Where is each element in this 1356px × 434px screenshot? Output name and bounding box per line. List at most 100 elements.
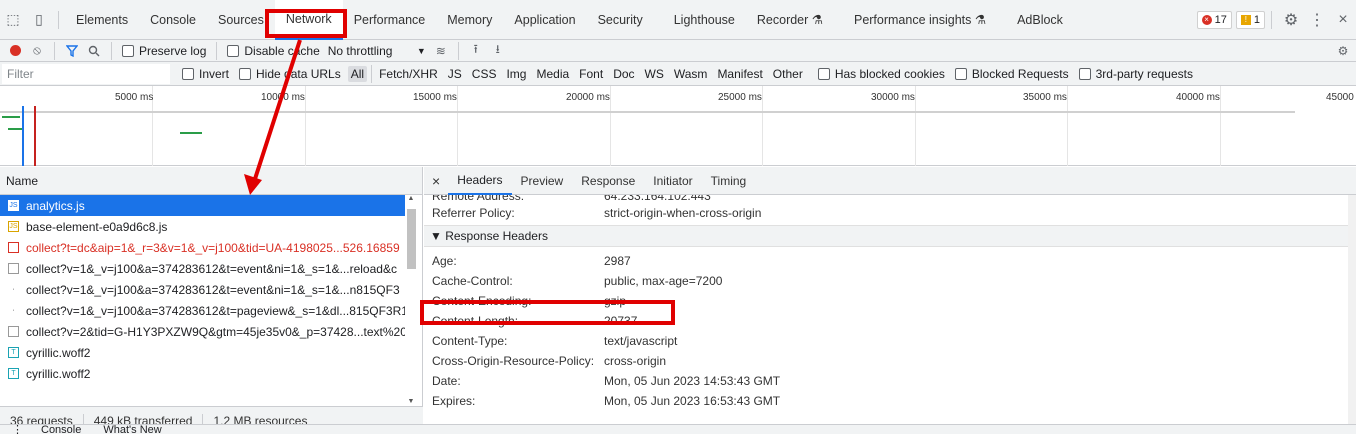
response-headers-section-toggle[interactable]: ▼ Response Headers	[424, 225, 1356, 247]
tab-timing[interactable]: Timing	[702, 167, 756, 195]
inspect-element-icon[interactable]: ⬚	[0, 0, 26, 40]
tab-response[interactable]: Response	[572, 167, 644, 195]
filter-type-media[interactable]: Media	[536, 67, 569, 81]
request-row[interactable]: T cyrillic.woff2	[0, 342, 405, 363]
request-list-pane: Name JS analytics.js JS base-element-e0a…	[0, 167, 423, 434]
tab-recorder[interactable]: Recorder ⚗	[746, 0, 843, 40]
checkbox[interactable]	[182, 67, 194, 80]
filter-input[interactable]: Filter	[2, 63, 170, 84]
filter-type-ws[interactable]: WS	[645, 67, 664, 81]
network-conditions-icon[interactable]: ≋	[430, 40, 452, 62]
tab-preview[interactable]: Preview	[512, 167, 573, 195]
scrollbar-thumb[interactable]	[406, 209, 416, 269]
blocked-requests-checkbox[interactable]: Blocked Requests	[954, 67, 1069, 81]
clear-icon[interactable]: ⦸	[26, 40, 48, 62]
filter-type-all[interactable]: All	[347, 65, 368, 82]
tab-console[interactable]: Console	[139, 0, 207, 40]
scroll-up-arrow-icon[interactable]: ▲	[405, 195, 417, 205]
third-party-requests-checkbox[interactable]: 3rd-party requests	[1078, 67, 1193, 81]
header-row-age: Age: 2987	[432, 254, 631, 268]
filter-type-doc[interactable]: Doc	[613, 67, 634, 81]
settings-gear-icon[interactable]: ⚙	[1278, 0, 1304, 40]
warning-count-badge[interactable]: ! 1	[1235, 10, 1265, 29]
filter-funnel-icon[interactable]	[61, 40, 83, 62]
load-marker	[34, 106, 36, 166]
tab-lighthouse[interactable]: Lighthouse	[663, 0, 746, 40]
warning-count: 1	[1253, 13, 1260, 26]
import-har-icon[interactable]: ⭱	[465, 40, 487, 62]
filter-type-css[interactable]: CSS	[472, 67, 497, 81]
timeline-tick: 5000 ms	[115, 92, 154, 103]
details-scrollbar[interactable]	[1348, 195, 1356, 434]
details-tabbar: × Headers Preview Response Initiator Tim…	[424, 167, 1356, 195]
request-row[interactable]: collect?v=1&_v=j100&a=374283612&t=event&…	[0, 258, 405, 279]
network-settings-gear-icon[interactable]: ⚙	[1332, 40, 1354, 62]
drawer-tab-whats-new[interactable]: What's New	[103, 425, 161, 434]
request-row[interactable]: collect?t=dc&aip=1&_r=3&v=1&_v=j100&tid=…	[0, 237, 405, 258]
scroll-down-arrow-icon[interactable]: ▼	[405, 398, 417, 405]
disable-cache-checkbox[interactable]: Disable cache	[227, 44, 320, 58]
checkbox[interactable]	[1078, 67, 1091, 80]
font-file-icon: T	[8, 368, 19, 379]
checkbox[interactable]	[227, 44, 240, 57]
record-icon[interactable]	[4, 40, 26, 62]
timeline-tick: 30000 ms	[871, 92, 915, 103]
preserve-log-checkbox[interactable]: Preserve log	[122, 44, 206, 58]
filter-type-img[interactable]: Img	[506, 67, 526, 81]
filter-type-js[interactable]: JS	[448, 67, 462, 81]
request-row[interactable]: · collect?v=1&_v=j100&a=374283612&t=page…	[0, 300, 405, 321]
tab-security[interactable]: Security	[587, 0, 663, 40]
timeline-tick: 15000 ms	[413, 92, 457, 103]
checkbox[interactable]	[122, 44, 134, 57]
tab-performance-insights[interactable]: Performance insights ⚗	[843, 0, 1006, 40]
close-details-icon[interactable]: ×	[424, 167, 448, 195]
divider	[457, 41, 459, 60]
divider	[111, 41, 112, 60]
tab-performance[interactable]: Performance	[343, 0, 437, 40]
checkbox[interactable]	[954, 67, 967, 80]
filter-type-wasm[interactable]: Wasm	[674, 67, 708, 81]
more-options-icon[interactable]: ⋮	[1304, 0, 1330, 40]
tab-memory[interactable]: Memory	[436, 0, 503, 40]
request-row[interactable]: T cyrillic.woff2	[0, 363, 405, 384]
gridline	[305, 86, 306, 166]
script-file-icon: JS	[8, 200, 19, 211]
tab-elements[interactable]: Elements	[65, 0, 139, 40]
drawer-menu-icon[interactable]: ⋮	[12, 425, 23, 434]
throttling-select[interactable]: No throttling ▼	[328, 44, 426, 58]
timeline-track	[0, 111, 1295, 113]
hide-data-urls-checkbox[interactable]: Hide data URLs	[239, 67, 341, 81]
request-row[interactable]: · collect?v=1&_v=j100&a=374283612&t=even…	[0, 279, 405, 300]
annotation-box-network-tab	[265, 9, 347, 38]
search-icon[interactable]	[83, 40, 105, 62]
checkbox[interactable]	[817, 67, 830, 80]
invert-checkbox[interactable]: Invert	[182, 67, 229, 81]
tab-application[interactable]: Application	[503, 0, 586, 40]
gridline	[1067, 86, 1068, 166]
network-overview-timeline[interactable]: 5000 ms 10000 ms 15000 ms 20000 ms 25000…	[0, 86, 1356, 166]
device-toolbar-icon[interactable]: ▯	[26, 0, 52, 40]
request-row[interactable]: collect?v=2&tid=G-H1Y3PXZW9Q&gtm=45je35v…	[0, 321, 405, 342]
checkbox[interactable]	[239, 67, 252, 80]
request-row[interactable]: JS analytics.js	[0, 195, 405, 216]
has-blocked-cookies-checkbox[interactable]: Has blocked cookies	[817, 67, 945, 81]
close-devtools-icon[interactable]: ×	[1330, 0, 1356, 40]
filter-type-other[interactable]: Other	[773, 67, 803, 81]
tab-adblock[interactable]: AdBlock	[1006, 0, 1074, 40]
ping-icon: ·	[12, 307, 15, 314]
column-header-name[interactable]: Name	[0, 167, 422, 195]
tab-headers[interactable]: Headers	[448, 167, 512, 195]
header-row-corp: Cross-Origin-Resource-Policy: cross-orig…	[432, 354, 667, 368]
filter-type-fetch-xhr[interactable]: Fetch/XHR	[379, 67, 438, 81]
request-row[interactable]: JS base-element-e0a9d6c8.js	[0, 216, 405, 237]
header-row-content-type: Content-Type: text/javascript	[432, 334, 678, 348]
error-count-badge[interactable]: × 17	[1196, 10, 1232, 29]
tab-initiator[interactable]: Initiator	[644, 167, 701, 195]
header-row-referrer-policy: Referrer Policy: strict-origin-when-cros…	[432, 206, 762, 220]
filter-type-manifest[interactable]: Manifest	[717, 67, 762, 81]
export-har-icon[interactable]: ⭳	[487, 40, 509, 62]
request-list-scrollbar[interactable]: ▲ ▼	[405, 195, 417, 405]
network-toolbar: ⦸ Preserve log Disable cache No throttli…	[0, 40, 1356, 62]
drawer-tab-console[interactable]: Console	[41, 425, 81, 434]
filter-type-font[interactable]: Font	[579, 67, 603, 81]
